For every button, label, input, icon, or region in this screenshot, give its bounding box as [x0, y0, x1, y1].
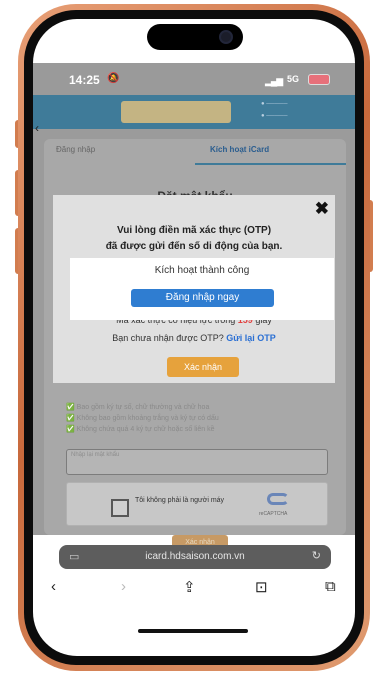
back-arrow-icon[interactable]: ‹ — [35, 121, 39, 135]
otp-instruction-1: Vui lòng điền mã xác thực (OTP) — [116, 225, 272, 236]
home-indicator — [138, 629, 248, 633]
card-image — [121, 101, 231, 123]
rule-item: ✅ Không chứa quá 4 ký tự chữ hoặc số liê… — [66, 426, 215, 433]
back-icon[interactable]: ‹ — [51, 578, 56, 595]
tab-bar: Đăng nhập Kích hoạt iCard — [44, 139, 346, 165]
close-icon[interactable]: ✖ — [315, 199, 329, 219]
browser-toolbar: ‹ › ⇪ ⊡ ⧉ — [33, 571, 355, 607]
tab-login[interactable]: Đăng nhập — [56, 145, 95, 154]
network-type: 5G — [287, 74, 300, 84]
tabs-icon[interactable]: ⧉ — [325, 578, 336, 595]
camera-icon — [219, 30, 233, 44]
otp-resend-row: Bạn chưa nhận được OTP? Gửi lại OTP — [112, 333, 276, 343]
rule-item: ✅ Không bao gồm khoảng trắng và ký tự có… — [66, 415, 219, 422]
bookmarks-icon[interactable]: ⊡ — [255, 578, 268, 596]
success-dialog: Kích hoạt thành công Đăng nhập ngay — [70, 258, 334, 320]
recaptcha-brand: reCAPTCHA — [259, 511, 288, 517]
bell-muted-icon: 🔕 — [107, 73, 120, 84]
confirm-password-input[interactable]: Nhập lại mật khẩu — [66, 449, 328, 475]
recaptcha-icon — [267, 493, 289, 505]
login-now-button[interactable]: Đăng nhập ngay — [131, 289, 274, 307]
recaptcha-widget: Tôi không phải là người máy reCAPTCHA — [66, 482, 328, 526]
banner-info-1: ● ───── — [261, 101, 288, 107]
banner-info-2: ● ───── — [261, 113, 288, 119]
status-time: 14:25 — [69, 73, 100, 87]
password-rules: ✅ Bao gồm ký tự số, chữ thường và chữ ho… — [66, 403, 326, 436]
url-text[interactable]: icard.hdsaison.com.vn — [59, 551, 331, 562]
reload-icon[interactable]: ↻ — [312, 549, 321, 562]
phone-screen: 14:25 🔕 ▂▄▆ 5G ● ───── ● ───── ‹ Đăng nh… — [33, 19, 355, 656]
resend-otp-link[interactable]: Gửi lại OTP — [226, 333, 276, 343]
forward-icon[interactable]: › — [121, 578, 126, 595]
success-message: Kích hoạt thành công — [154, 265, 250, 276]
active-tab-indicator — [195, 163, 346, 165]
otp-instruction-2: đã được gửi đến số di động của bạn. — [105, 241, 283, 252]
promo-banner[interactable]: ● ───── ● ───── — [33, 95, 355, 129]
captcha-checkbox[interactable] — [111, 499, 129, 517]
dynamic-island — [147, 24, 243, 50]
share-icon[interactable]: ⇪ — [183, 578, 196, 596]
rule-item: ✅ Bao gồm ký tự số, chữ thường và chữ ho… — [66, 404, 210, 411]
status-bar: 14:25 🔕 ▂▄▆ 5G — [33, 63, 355, 95]
address-bar[interactable]: ▭ icard.hdsaison.com.vn ↻ — [59, 545, 331, 569]
battery-icon — [308, 74, 330, 85]
captcha-label: Tôi không phải là người máy — [135, 497, 225, 504]
signal-icon: ▂▄▆ — [265, 76, 283, 86]
otp-confirm-button[interactable]: Xác nhận — [167, 357, 239, 377]
tab-activate-icard[interactable]: Kích hoạt iCard — [210, 145, 269, 154]
